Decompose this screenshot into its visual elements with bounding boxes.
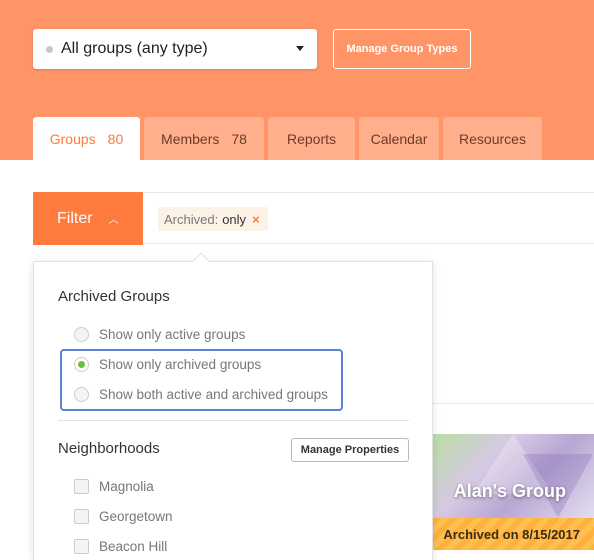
- neighborhood-checkbox-georgetown[interactable]: Georgetown: [74, 506, 173, 526]
- checkbox-icon: [74, 508, 89, 524]
- checkbox-icon: [74, 538, 89, 554]
- checkbox-label: Magnolia: [99, 478, 154, 494]
- tab-calendar[interactable]: Calendar: [359, 117, 439, 160]
- tab-resources[interactable]: Resources: [443, 117, 542, 160]
- radio-icon: [74, 386, 89, 402]
- checkbox-label: Beacon Hill: [99, 538, 168, 554]
- caret-down-icon: [296, 46, 304, 51]
- neighborhoods-title: Neighborhoods: [58, 440, 160, 457]
- archived-groups-title: Archived Groups: [58, 288, 170, 305]
- group-card-image: [433, 434, 594, 518]
- tab-members[interactable]: Members 78: [144, 117, 264, 160]
- archived-banner: Archived on 8/15/2017: [433, 518, 594, 550]
- radio-both[interactable]: Show both active and archived groups: [74, 384, 328, 404]
- radio-only-archived[interactable]: Show only archived groups: [74, 354, 261, 374]
- group-card[interactable]: Alan's Group Archived on 8/15/2017: [433, 434, 594, 560]
- radio-label: Show only archived groups: [99, 356, 262, 372]
- tab-label: Resources: [459, 130, 526, 147]
- tab-bar: Groups 80 Members 78 Reports Calendar Re…: [33, 117, 546, 160]
- chip-value: only: [222, 211, 247, 227]
- manage-group-types-button[interactable]: Manage Group Types: [333, 29, 471, 69]
- radio-icon: [74, 326, 89, 342]
- chip-key: Archived:: [164, 211, 219, 227]
- filter-dropdown-panel: Archived Groups Show only active groups …: [33, 252, 433, 560]
- tab-count: 78: [231, 130, 247, 147]
- radio-label: Show both active and archived groups: [99, 386, 328, 402]
- radio-label: Show only active groups: [99, 326, 246, 342]
- active-filter-chip[interactable]: Archived: only ×: [158, 207, 268, 231]
- tab-label: Groups: [49, 130, 96, 147]
- manage-properties-button[interactable]: Manage Properties: [291, 438, 409, 462]
- tab-label: Reports: [286, 130, 337, 147]
- remove-filter-icon[interactable]: ×: [252, 212, 260, 227]
- status-dot-icon: [46, 45, 53, 53]
- tab-label: Members: [161, 130, 220, 147]
- neighborhood-checkbox-magnolia[interactable]: Magnolia: [74, 476, 154, 496]
- tab-reports[interactable]: Reports: [268, 117, 355, 160]
- tab-label: Calendar: [370, 130, 428, 147]
- chevron-up-icon: ︿: [108, 215, 119, 226]
- filter-bar: Filter ︿ Archived: only ×: [33, 192, 594, 245]
- neighborhood-checkbox-beacon-hill[interactable]: Beacon Hill: [74, 536, 167, 556]
- tab-count: 80: [107, 130, 124, 147]
- checkbox-icon: [74, 478, 89, 494]
- tab-groups[interactable]: Groups 80: [33, 117, 140, 160]
- radio-selected-icon: [74, 356, 89, 372]
- group-card-name: Alan's Group: [453, 481, 566, 501]
- group-type-select[interactable]: All groups (any type): [33, 29, 317, 69]
- filter-button-label: Filter: [57, 209, 93, 227]
- page-header: All groups (any type) Manage Group Types…: [0, 0, 594, 160]
- background-divider: [433, 403, 594, 404]
- group-type-select-value: All groups (any type): [61, 40, 208, 57]
- panel-divider: [58, 420, 409, 421]
- radio-only-active[interactable]: Show only active groups: [74, 324, 245, 344]
- panel-pointer: [192, 252, 210, 270]
- checkbox-label: Georgetown: [99, 508, 173, 524]
- filter-button[interactable]: Filter ︿: [33, 192, 143, 245]
